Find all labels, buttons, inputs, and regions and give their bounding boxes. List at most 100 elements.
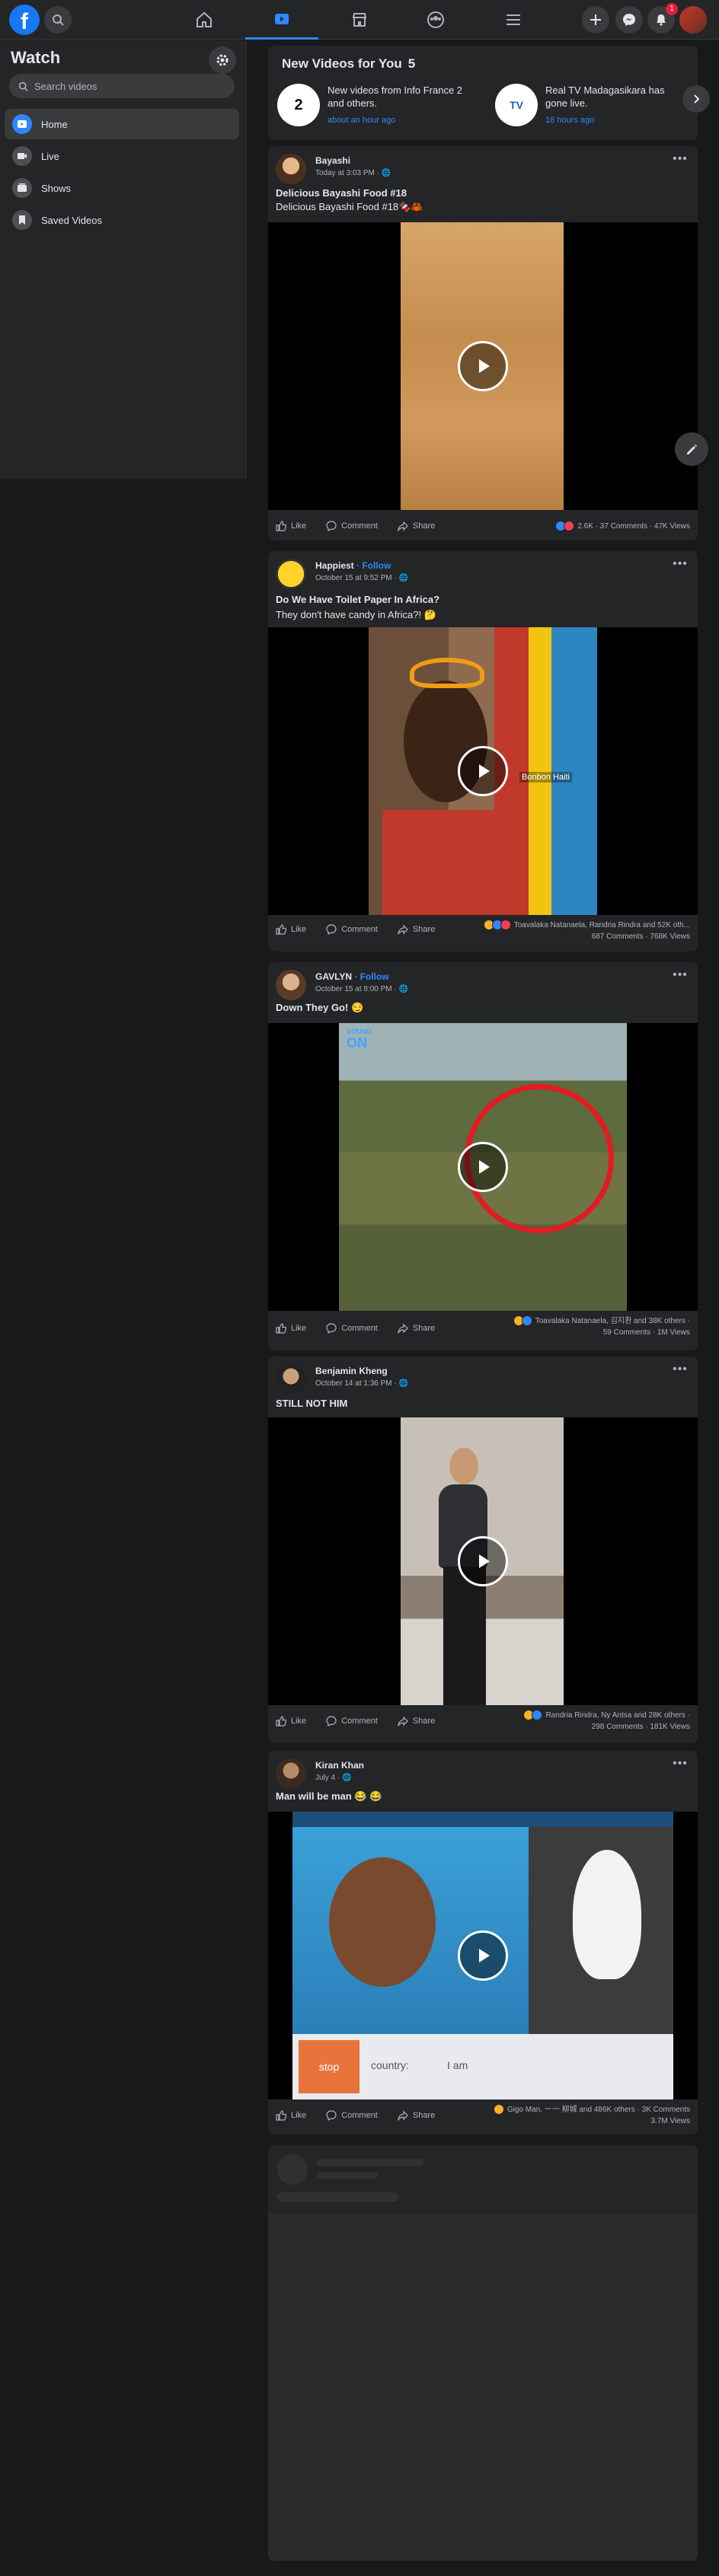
video-player[interactable] — [268, 222, 698, 510]
post-author[interactable]: Happiest · Follow — [315, 560, 391, 571]
share-button[interactable]: Share — [398, 1323, 435, 1334]
follow-link[interactable]: · Follow — [352, 971, 388, 982]
share-icon — [398, 1323, 408, 1334]
author-avatar[interactable] — [276, 154, 306, 184]
comment-button[interactable]: Comment — [326, 1323, 378, 1334]
messenger-button[interactable] — [615, 6, 643, 33]
post-stats[interactable]: 2.6K · 37 Comments · 47K Views — [555, 521, 690, 532]
share-button[interactable]: Share — [398, 2110, 435, 2121]
post-time[interactable]: October 15 at 9:52 PM · 🌐 — [315, 574, 408, 582]
comment-icon — [326, 1323, 337, 1334]
haha-reaction-icon — [493, 2104, 504, 2115]
nav-tab-groups[interactable] — [399, 0, 472, 40]
like-button[interactable]: Like — [276, 924, 306, 935]
more-options-button[interactable]: ••• — [670, 968, 690, 984]
author-name[interactable]: GAVLYN — [315, 971, 352, 982]
author-avatar[interactable] — [276, 970, 306, 1000]
play-button[interactable] — [458, 1142, 508, 1192]
more-options-button[interactable]: ••• — [670, 1757, 690, 1772]
video-player[interactable]: stop country: I am — [268, 1812, 698, 2099]
post-author[interactable]: Kiran Khan — [315, 1760, 364, 1771]
play-icon — [479, 1949, 490, 1962]
more-options-button[interactable]: ••• — [670, 1363, 690, 1378]
like-button[interactable]: Like — [276, 1323, 306, 1334]
play-button[interactable] — [458, 1930, 508, 1981]
video-player[interactable] — [268, 1417, 698, 1705]
marketplace-icon — [352, 13, 367, 27]
video-player[interactable]: Bonbon Haiti — [268, 627, 698, 915]
author-name[interactable]: Benjamin Kheng — [315, 1366, 388, 1376]
post-time[interactable]: October 15 at 8:00 PM · 🌐 — [315, 985, 408, 993]
like-reaction-icon — [532, 1710, 543, 1721]
nav-tab-watch[interactable] — [245, 0, 318, 40]
profile-avatar[interactable] — [679, 6, 707, 33]
new-videos-title-text: New Videos for You — [282, 56, 402, 71]
play-icon — [479, 359, 490, 373]
post-title: Do We Have Toilet Paper In Africa? — [276, 594, 440, 605]
comment-button[interactable]: Comment — [326, 1716, 378, 1726]
author-name[interactable]: Happiest — [315, 560, 354, 571]
create-button[interactable] — [582, 6, 609, 33]
post-stats[interactable]: Toavalaka Natanaela, 김지환 and 38K others … — [513, 1315, 690, 1338]
play-button[interactable] — [458, 1536, 508, 1586]
author-avatar[interactable] — [276, 1758, 306, 1789]
share-button[interactable]: Share — [398, 1716, 435, 1726]
follow-link[interactable]: · Follow — [354, 560, 391, 571]
facebook-logo[interactable]: f — [9, 5, 40, 35]
nav-tab-home[interactable] — [168, 0, 241, 40]
person-face-shape — [329, 1857, 436, 1987]
search-videos-box[interactable] — [9, 74, 235, 98]
new-videos-next-button[interactable] — [682, 85, 710, 113]
new-video-item[interactable]: TV Real TV Madagasikara has gone live. 1… — [495, 79, 685, 132]
share-button[interactable]: Share — [398, 521, 435, 531]
post-stats[interactable]: Gigo Man, ー一 柳城 and 486K others · 3K Com… — [493, 2104, 690, 2127]
video-player[interactable]: SOUND ON — [268, 1023, 698, 1311]
notifications-button[interactable]: 1 — [647, 3, 678, 33]
headpiece-shape — [410, 658, 484, 688]
share-label: Share — [412, 1324, 436, 1333]
post-time[interactable]: July 4 · 🌐 — [315, 1774, 351, 1782]
watch-settings-button[interactable] — [209, 46, 236, 74]
sidebar-item-label: Saved Videos — [41, 214, 102, 226]
nav-tab-menu[interactable] — [477, 0, 550, 40]
live-icon — [12, 146, 32, 166]
search-videos-input[interactable] — [34, 80, 217, 92]
post-time[interactable]: October 14 at 1:36 PM · 🌐 — [315, 1379, 408, 1388]
search-button[interactable] — [44, 6, 72, 33]
post-author[interactable]: Bayashi — [315, 155, 350, 166]
author-name[interactable]: Bayashi — [315, 155, 350, 166]
comment-label: Comment — [341, 2111, 378, 2120]
like-button[interactable]: Like — [276, 2110, 306, 2121]
new-video-item[interactable]: 2 New videos from Info France 2 and othe… — [277, 79, 468, 132]
post-author[interactable]: Benjamin Kheng — [315, 1366, 388, 1376]
post-time[interactable]: Today at 3:03 PM · 🌐 — [315, 169, 391, 177]
play-button[interactable] — [458, 746, 508, 796]
share-button[interactable]: Share — [398, 924, 435, 935]
comments-views-text: 687 Comments · 768K Views — [591, 933, 690, 941]
more-options-button[interactable]: ••• — [670, 557, 690, 572]
sidebar-item-home[interactable]: Home — [5, 109, 239, 139]
channel-thumbnail: 2 — [277, 84, 320, 126]
comments-views-text: 3.7M Views — [650, 2117, 690, 2125]
like-button[interactable]: Like — [276, 521, 306, 531]
post-stats[interactable]: Toavalaka Natanaela, Randria Rindra and … — [483, 920, 690, 942]
post-stats[interactable]: Randria Rindra, Ny Antsa and 28K others … — [523, 1710, 690, 1733]
author-name[interactable]: Kiran Khan — [315, 1760, 364, 1771]
bookmark-icon — [12, 210, 32, 230]
sidebar-item-shows[interactable]: Shows — [5, 173, 239, 203]
post-author[interactable]: GAVLYN · Follow — [315, 971, 389, 982]
comment-button[interactable]: Comment — [326, 2110, 378, 2121]
like-button[interactable]: Like — [276, 1716, 306, 1726]
author-avatar[interactable] — [276, 1364, 306, 1395]
author-avatar[interactable] — [276, 559, 306, 589]
more-options-button[interactable]: ••• — [670, 152, 690, 167]
comment-button[interactable]: Comment — [326, 924, 378, 935]
nav-tab-marketplace[interactable] — [323, 0, 396, 40]
play-button[interactable] — [458, 341, 508, 391]
sidebar-item-saved-videos[interactable]: Saved Videos — [5, 205, 239, 235]
gear-icon — [216, 54, 228, 66]
new-message-button[interactable] — [675, 432, 708, 466]
sidebar-item-live[interactable]: Live — [5, 141, 239, 171]
comment-button[interactable]: Comment — [326, 521, 378, 531]
groups-icon — [427, 11, 444, 28]
